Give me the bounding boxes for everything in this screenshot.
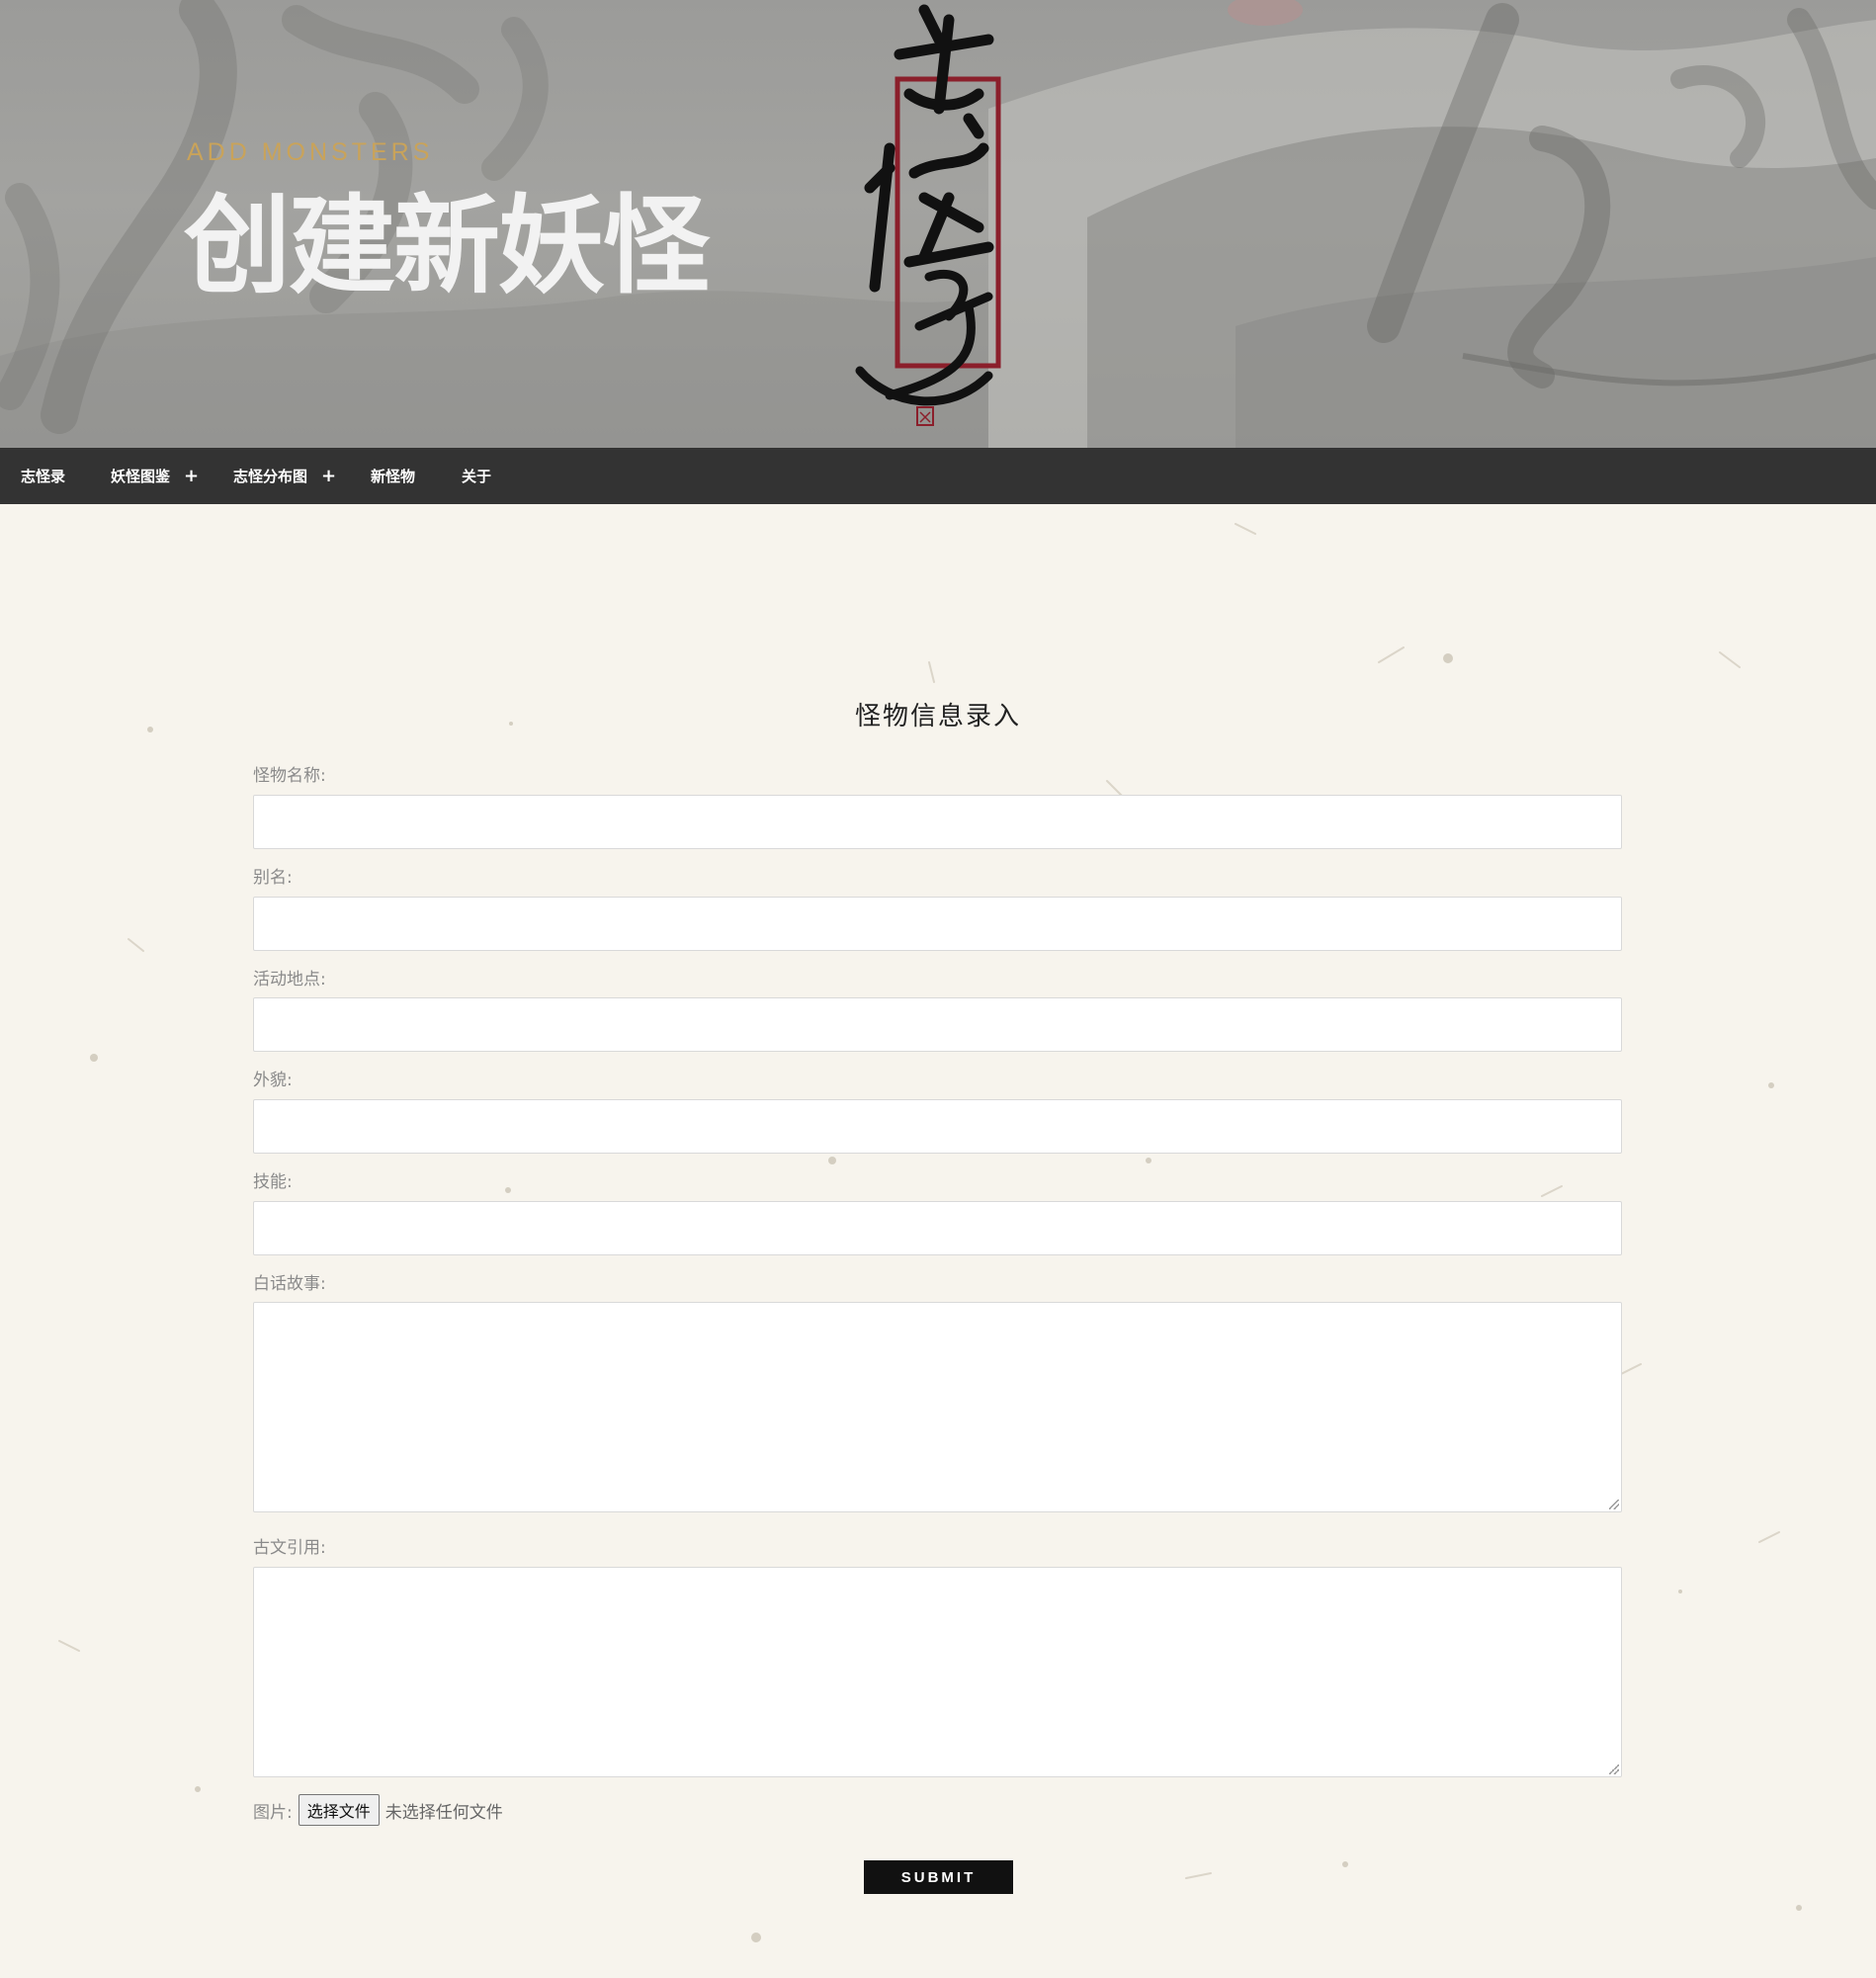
alias-label: 别名: (253, 868, 293, 888)
nav-item-label: 妖怪图鉴 (111, 468, 171, 485)
skills-input[interactable] (253, 1201, 1622, 1255)
monster-name-input[interactable] (253, 795, 1622, 849)
appearance-label: 外貌: (253, 1071, 293, 1090)
monster-name-label: 怪物名称: (253, 766, 326, 786)
nav-item-label: 关于 (462, 468, 492, 485)
site-logo[interactable] (830, 0, 1028, 435)
image-upload-row: 图片: 选择文件 未选择任何文件 (253, 1794, 503, 1826)
header-banner: ADD MONSTERS 创建新妖怪 (0, 0, 1876, 448)
banner-subtitle: ADD MONSTERS (187, 138, 434, 166)
page-title: 创建新妖怪 (184, 185, 710, 308)
image-label: 图片: (253, 1802, 293, 1823)
alias-input[interactable] (253, 897, 1622, 951)
nav-item-label: 新怪物 (371, 468, 416, 485)
plus-icon[interactable]: + (321, 466, 336, 486)
story-textarea[interactable] (253, 1302, 1622, 1512)
nav-item-home[interactable]: 志怪录 (21, 448, 65, 504)
skills-label: 技能: (253, 1172, 293, 1192)
nav-item-new-monster[interactable]: 新怪物 (371, 448, 415, 504)
nav-item-about[interactable]: 关于 (462, 448, 491, 504)
location-input[interactable] (253, 997, 1622, 1052)
location-label: 活动地点: (253, 970, 326, 989)
plus-icon[interactable]: + (184, 466, 199, 486)
nav-item-monster-gallery[interactable]: 妖怪图鉴 + (111, 448, 199, 504)
file-status-text: 未选择任何文件 (384, 1802, 503, 1823)
main-navigation: 志怪录 妖怪图鉴 + 志怪分布图 + 新怪物 关于 (0, 448, 1876, 504)
ancient-quote-textarea[interactable] (253, 1567, 1622, 1777)
story-label: 白话故事: (253, 1274, 326, 1294)
ancient-quote-label: 古文引用: (253, 1538, 326, 1558)
resize-handle-icon[interactable] (1609, 1500, 1619, 1509)
form-title: 怪物信息录入 (854, 702, 1021, 731)
submit-button[interactable]: SUBMIT (864, 1860, 1013, 1894)
nav-item-distribution-map[interactable]: 志怪分布图 + (233, 448, 336, 504)
nav-item-label: 志怪录 (21, 468, 66, 485)
resize-handle-icon[interactable] (1609, 1764, 1619, 1774)
nav-item-label: 志怪分布图 (233, 468, 308, 485)
appearance-input[interactable] (253, 1099, 1622, 1154)
choose-file-button[interactable]: 选择文件 (298, 1794, 380, 1826)
